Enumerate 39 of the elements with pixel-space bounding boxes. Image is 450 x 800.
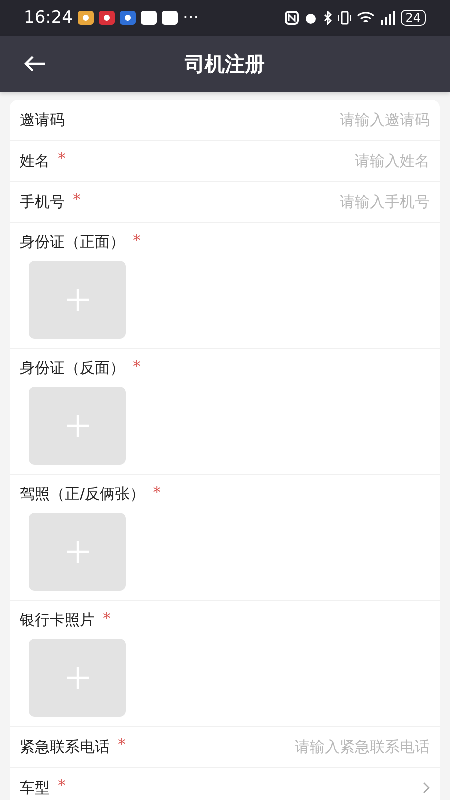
field-label: 车型 <box>20 778 50 798</box>
required-asterisk: * <box>118 735 126 754</box>
browser-app-icon <box>120 11 136 25</box>
wifi-icon <box>356 11 375 25</box>
bluetooth-icon <box>322 11 333 25</box>
plus-icon <box>66 540 90 564</box>
vibrate-icon <box>338 11 352 25</box>
back-arrow-icon <box>24 55 46 73</box>
field-label: 驾照（正/反俩张） <box>20 484 146 504</box>
required-asterisk: * <box>58 149 66 168</box>
photo-upload-button[interactable] <box>29 387 126 465</box>
field-label: 身份证（反面） <box>20 358 125 378</box>
weibo-app-icon <box>78 11 94 25</box>
required-asterisk: * <box>103 609 111 628</box>
photo-upload-button[interactable] <box>29 261 126 339</box>
plus-icon <box>66 666 90 690</box>
chevron-right-icon[interactable] <box>423 782 430 794</box>
plus-icon <box>66 414 90 438</box>
required-asterisk: * <box>58 776 66 795</box>
nfc-icon <box>284 11 299 25</box>
field-label: 手机号 <box>20 192 65 212</box>
required-asterisk: * <box>73 190 81 209</box>
more-notifications: ··· <box>183 8 200 28</box>
required-asterisk: * <box>133 357 141 376</box>
required-asterisk: * <box>133 231 141 250</box>
signal-icon <box>380 11 396 25</box>
battery-indicator: 24 <box>400 10 426 26</box>
required-asterisk: * <box>153 483 162 502</box>
field-label: 身份证（正面） <box>20 232 125 252</box>
photo-upload-button[interactable] <box>29 639 126 717</box>
status-time: 16:24 <box>24 8 73 28</box>
field-label: 银行卡照片 <box>20 610 95 630</box>
field-label: 邀请码 <box>20 110 65 130</box>
photo-upload-button[interactable] <box>29 513 126 591</box>
field-label: 紧急联系电话 <box>20 738 110 756</box>
news-app-icon <box>99 11 115 25</box>
plus-icon <box>66 288 90 312</box>
page-title: 司机注册 <box>185 50 265 78</box>
field-label: 姓名 <box>20 152 50 170</box>
